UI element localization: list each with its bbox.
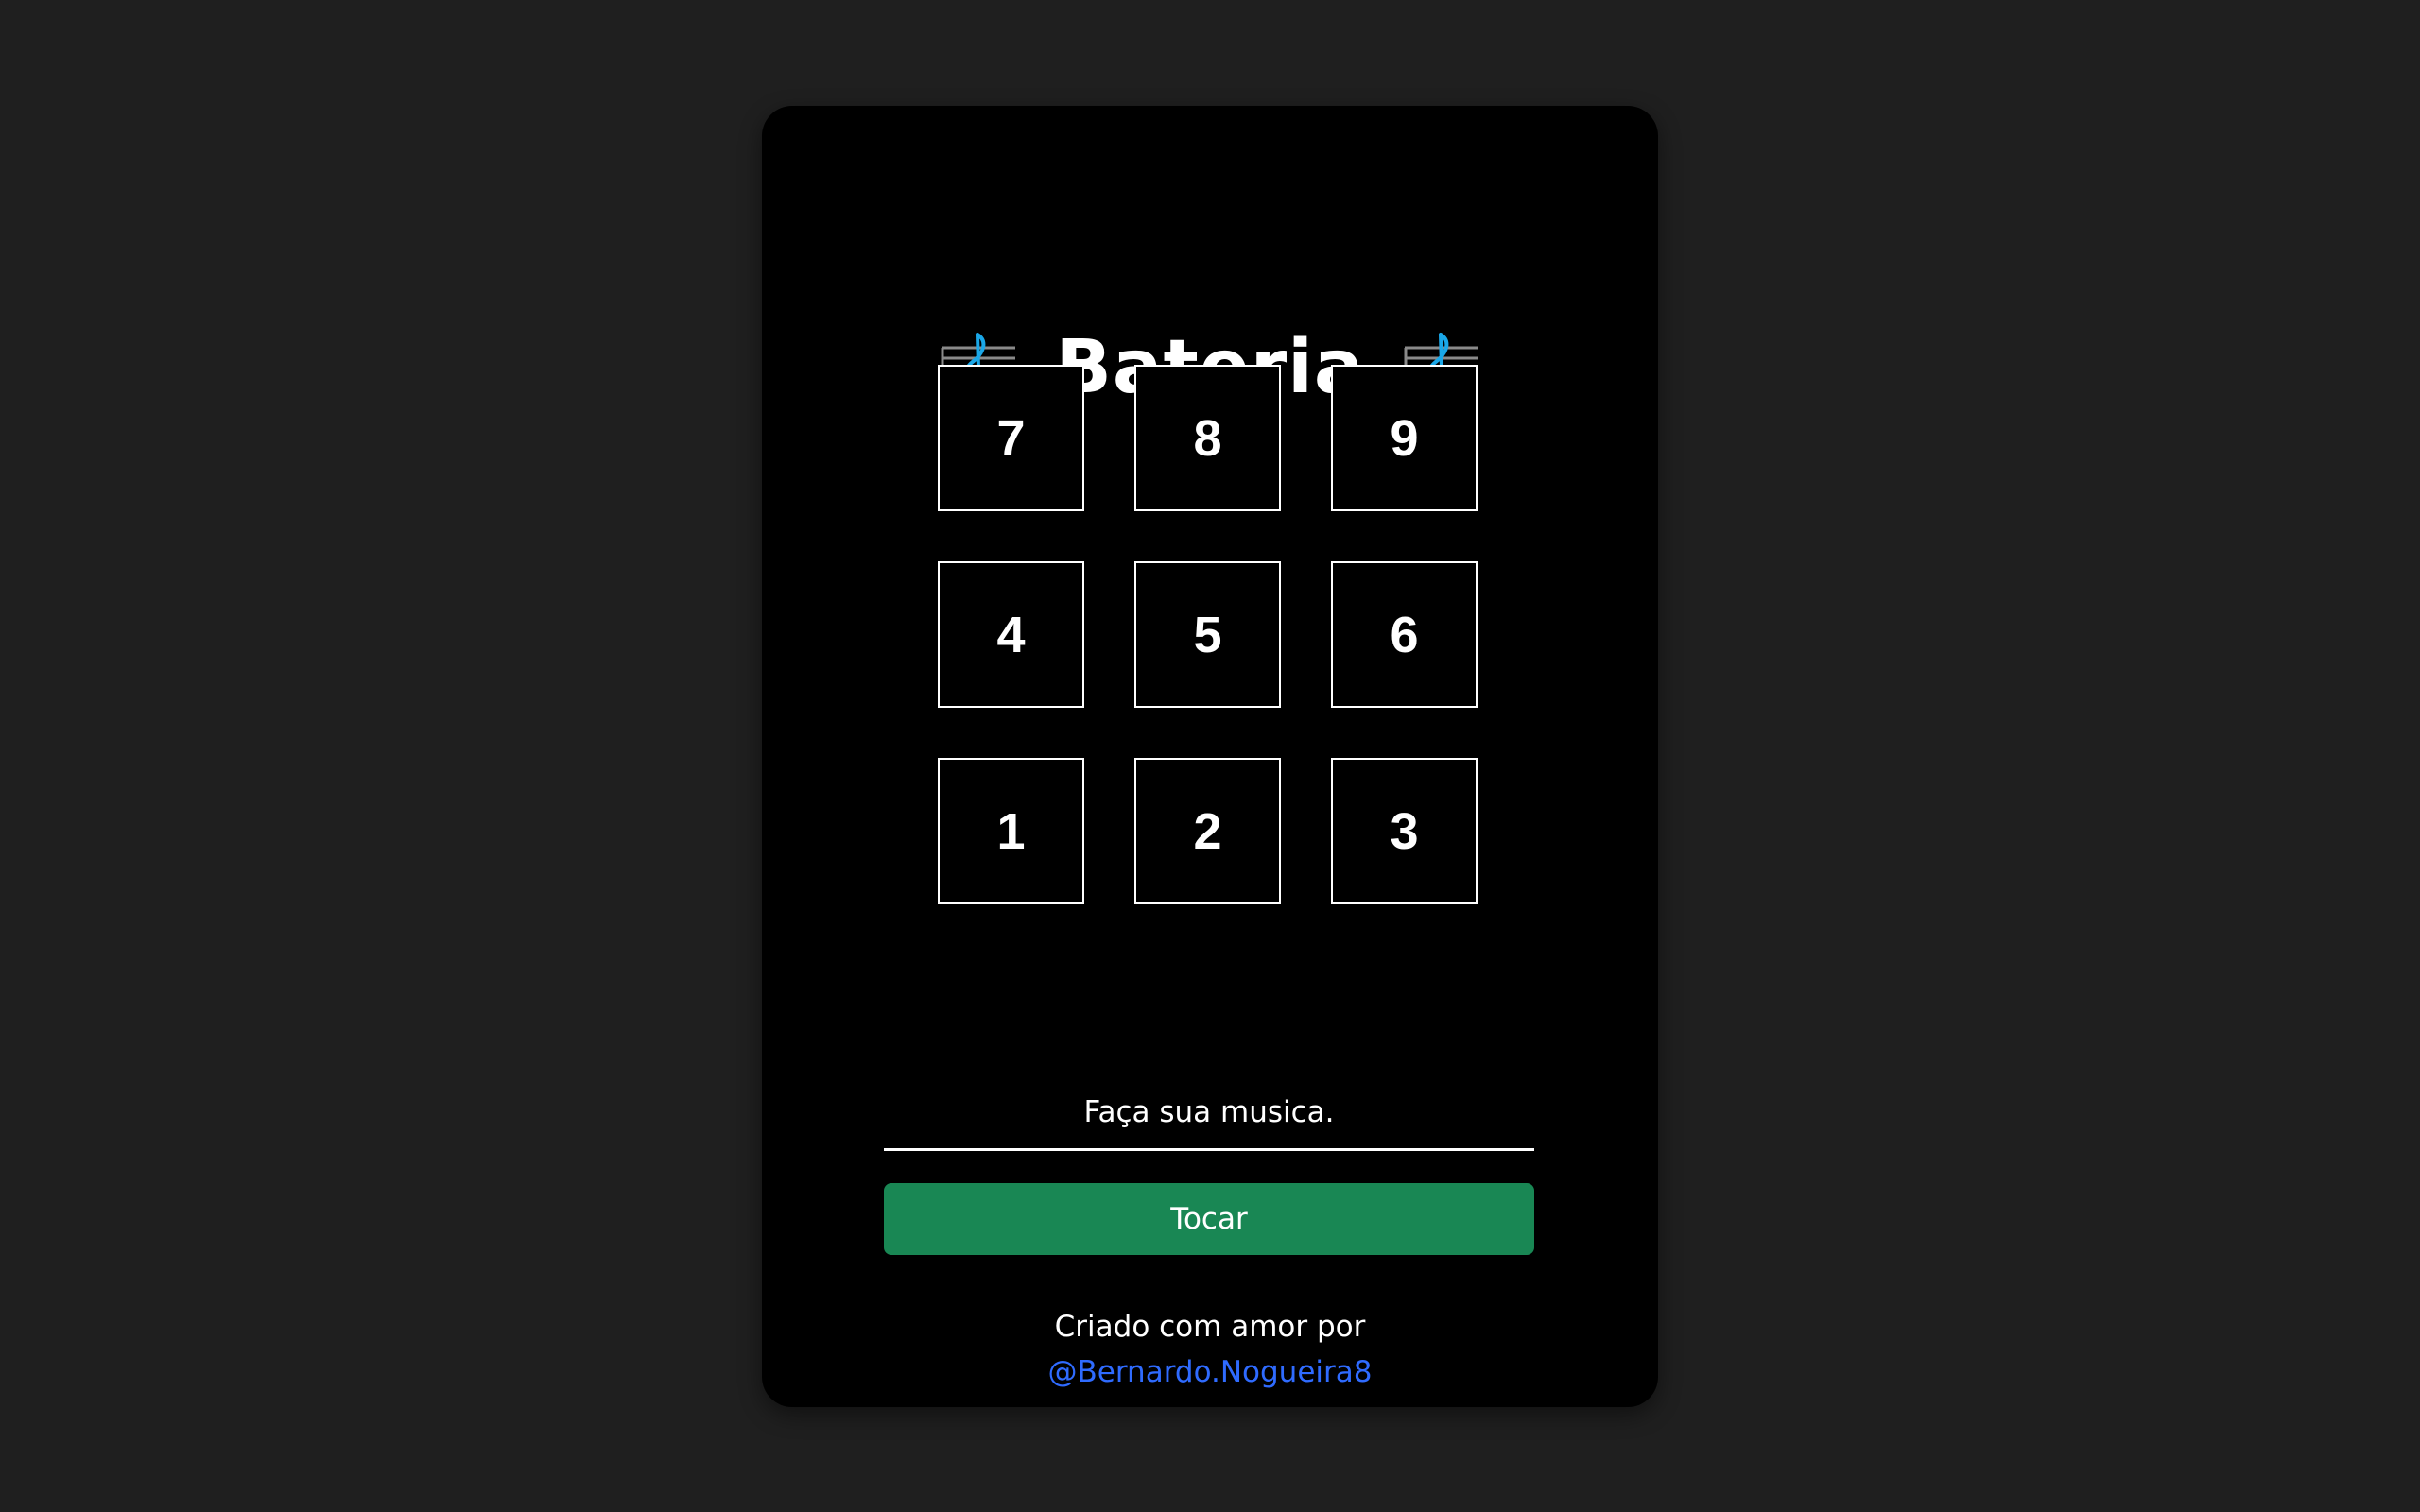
play-button[interactable]: Tocar <box>884 1183 1534 1255</box>
drum-pad-7[interactable]: 7 <box>938 365 1084 511</box>
drum-pad-1[interactable]: 1 <box>938 758 1084 904</box>
drum-card: Bateria 7 8 9 4 5 6 1 2 3 Tocar Criado c… <box>762 106 1658 1407</box>
author-link[interactable]: @Bernardo.Nogueira8 <box>1048 1355 1373 1389</box>
drum-pad-4[interactable]: 4 <box>938 561 1084 708</box>
footer-credit: Criado com amor por @Bernardo.Nogueira8 <box>762 1304 1658 1395</box>
drum-pad-9[interactable]: 9 <box>1331 365 1478 511</box>
credit-text: Criado com amor por <box>1054 1310 1366 1344</box>
drum-pad-3[interactable]: 3 <box>1331 758 1478 904</box>
music-sequence-input[interactable] <box>884 1075 1534 1151</box>
drum-pad-2[interactable]: 2 <box>1134 758 1281 904</box>
drum-pad-6[interactable]: 6 <box>1331 561 1478 708</box>
drum-pad-8[interactable]: 8 <box>1134 365 1281 511</box>
drum-pad-5[interactable]: 5 <box>1134 561 1281 708</box>
